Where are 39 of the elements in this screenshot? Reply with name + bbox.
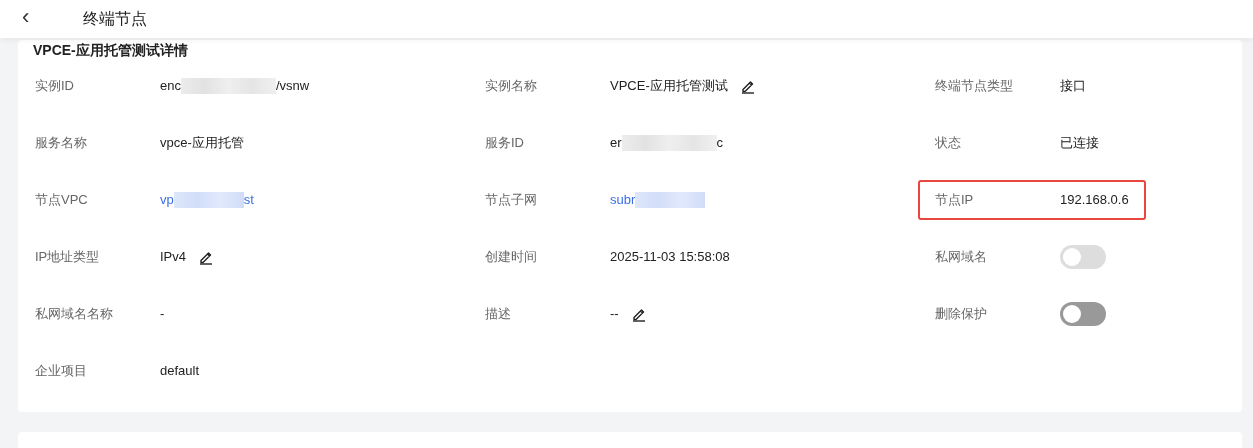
field-label: 创建时间	[485, 247, 538, 266]
field-label: 私网域名名称	[35, 304, 114, 323]
field-value: c	[716, 135, 724, 150]
field-value: 192.168.0.6	[1060, 192, 1129, 207]
field-label: 服务名称	[35, 133, 88, 152]
field-value: enc	[160, 78, 181, 93]
field-label: 企业项目	[35, 361, 88, 380]
field-label: 服务ID	[485, 133, 525, 152]
card-title: VPCE-应用托管测试详情	[33, 41, 189, 60]
field-label: 删除保护	[935, 304, 988, 323]
field-value: /vsnw	[275, 78, 310, 93]
field-value: er	[610, 135, 622, 150]
field-label: IP地址类型	[35, 247, 101, 266]
field-value: IPv4	[160, 249, 186, 264]
field-label: 描述	[485, 304, 512, 323]
field-label: 终端节点类型	[935, 76, 1014, 95]
field-value: -	[160, 306, 165, 321]
field-value: default	[160, 363, 200, 378]
redaction-block	[635, 191, 706, 208]
page-title: 终端节点	[83, 8, 147, 29]
field-label: 节点VPC	[35, 190, 89, 209]
field-label: 节点子网	[485, 190, 538, 209]
field-value: --	[610, 306, 619, 321]
toggle-switch[interactable]	[1060, 301, 1106, 326]
back-button[interactable]: ‹	[22, 6, 36, 32]
field-label: 节点IP	[935, 190, 975, 209]
field-value: 2025-11-03 15:58:08	[610, 249, 730, 264]
field-value: VPCE-应用托管测试	[610, 76, 728, 95]
field-label: 实例ID	[35, 76, 75, 95]
field-label: 私网域名	[935, 247, 988, 266]
field-label: 实例名称	[485, 76, 538, 95]
field-label: 状态	[935, 133, 962, 152]
field-link[interactable]: subr	[610, 192, 636, 207]
field-link[interactable]: st	[243, 192, 254, 207]
field-link[interactable]: vp	[160, 192, 174, 207]
field-value: 已连接	[1060, 133, 1099, 152]
redaction-block	[173, 191, 244, 208]
field-value: 接口	[1060, 76, 1086, 95]
field-value: vpce-应用托管	[160, 133, 244, 152]
